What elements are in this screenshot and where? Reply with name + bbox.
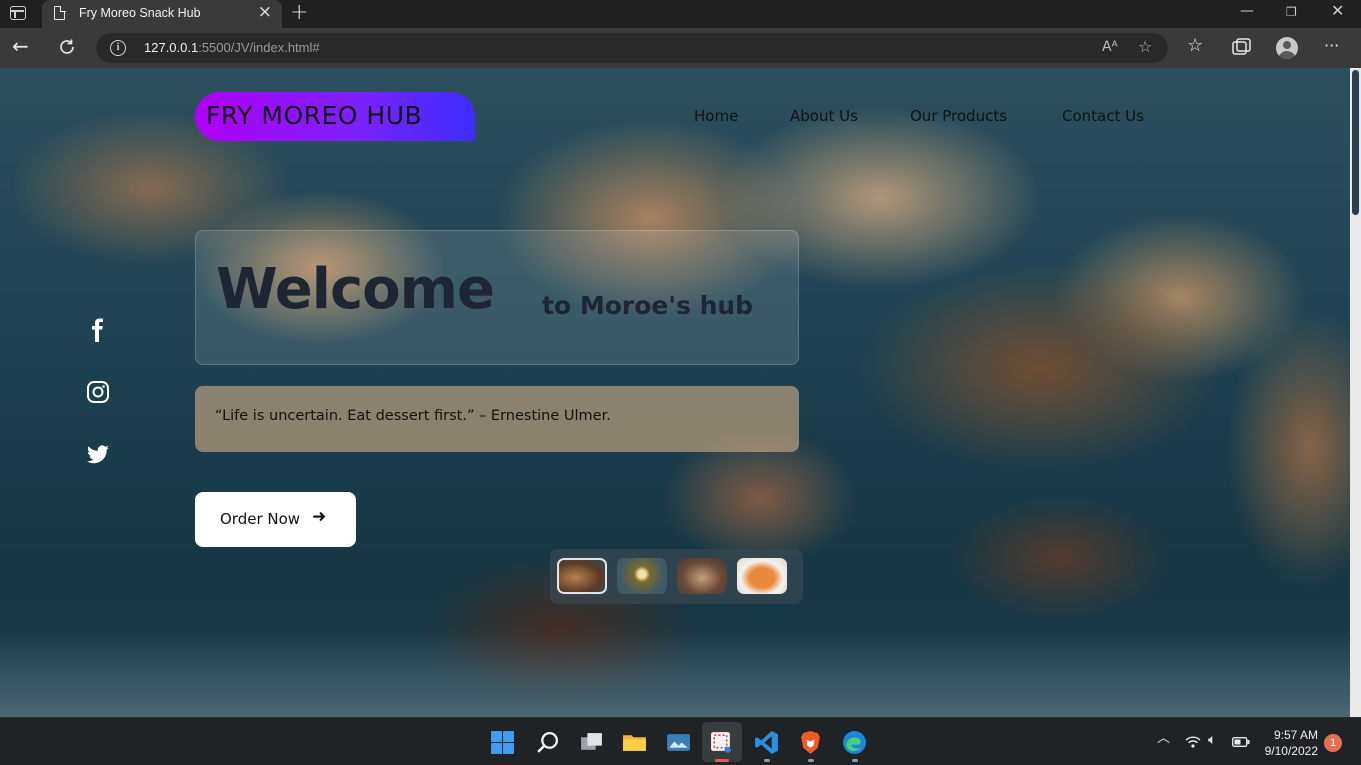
url-text: 127.0.0.1:5500/JV/index.html# (144, 40, 320, 55)
arrow-right-icon: ➜ (312, 507, 327, 527)
task-view-icon[interactable] (579, 730, 604, 755)
quote-card: “Life is uncertain. Eat dessert first.” … (195, 386, 799, 452)
refresh-icon[interactable] (58, 38, 76, 56)
scrollbar-thumb[interactable] (1352, 70, 1359, 215)
order-now-label: Order Now (220, 510, 301, 528)
new-tab-button[interactable]: + (290, 2, 308, 24)
wifi-icon[interactable] (1185, 735, 1201, 749)
page-icon (54, 5, 66, 20)
logo-text: FRY MOREO HUB (206, 101, 423, 130)
file-explorer-icon[interactable] (622, 730, 647, 755)
minimize-icon[interactable]: — (1240, 4, 1254, 18)
cookies-thumb[interactable] (677, 558, 727, 594)
welcome-card: Welcome to Moroe's hub (195, 230, 799, 365)
snack-plate-thumb[interactable] (617, 558, 667, 594)
collections-icon[interactable] (1232, 38, 1252, 56)
snipping-tool-icon[interactable] (709, 730, 734, 755)
tab-title: Fry Moreo Snack Hub (79, 6, 201, 20)
page-scrollbar[interactable] (1350, 68, 1361, 717)
search-icon[interactable] (535, 730, 560, 755)
battery-icon[interactable] (1232, 737, 1250, 747)
chevron-up-icon[interactable]: ︿ (1157, 732, 1170, 745)
back-icon[interactable]: ← (12, 36, 29, 56)
volume-icon[interactable]: 🔈︎ (1208, 733, 1216, 747)
facebook-icon[interactable] (86, 318, 110, 342)
restore-icon[interactable]: ❐ (1286, 6, 1297, 18)
image-thumbnail-strip (550, 549, 803, 604)
background-image-overlay (0, 628, 1350, 717)
running-indicator (808, 759, 814, 762)
browser-tab[interactable]: Fry Moreo Snack Hub × (42, 0, 282, 28)
twitter-icon[interactable] (86, 443, 110, 467)
order-now-button[interactable]: Order Now ➜ (195, 492, 356, 547)
nav-home[interactable]: Home (694, 107, 738, 125)
nav-our-products[interactable]: Our Products (910, 107, 1007, 125)
chips-bowl-thumb[interactable] (737, 558, 787, 594)
brave-icon[interactable] (798, 730, 823, 755)
more-options-icon[interactable]: ··· (1324, 38, 1339, 54)
quote-text: “Life is uncertain. Eat dessert first.” … (215, 408, 611, 424)
nav-about-us[interactable]: About Us (790, 107, 858, 125)
running-indicator (715, 759, 729, 762)
edge-icon[interactable] (842, 730, 867, 755)
browser-toolbar: ← i 127.0.0.1:5500/JV/index.html# Aᴬ ☆ ☆… (0, 28, 1361, 68)
address-bar[interactable]: i 127.0.0.1:5500/JV/index.html# Aᴬ ☆ (96, 33, 1168, 63)
fried-oreos-thumb[interactable] (557, 558, 607, 594)
system-clock[interactable]: 9:57 AM 9/10/2022 (1265, 727, 1318, 759)
windows-start-icon[interactable] (490, 730, 515, 755)
nav-contact-us[interactable]: Contact Us (1062, 107, 1144, 125)
notification-badge[interactable]: 1 (1324, 734, 1342, 752)
window-close-icon[interactable]: ✕ (1331, 3, 1344, 19)
clock-date: 9/10/2022 (1264, 744, 1318, 758)
add-favorite-icon[interactable]: ☆ (1138, 37, 1152, 56)
welcome-subheading: to Moroe's hub (542, 291, 754, 320)
close-icon[interactable]: × (258, 4, 272, 21)
read-aloud-icon[interactable]: Aᴬ (1102, 39, 1118, 55)
info-icon[interactable]: i (110, 40, 126, 56)
windows-taskbar: ︿ 🔈︎ 9:57 AM 9/10/2022 1 (0, 717, 1361, 765)
photos-icon[interactable] (666, 730, 691, 755)
running-indicator (764, 759, 770, 762)
favorites-icon[interactable]: ☆ (1187, 37, 1203, 55)
browser-tab-bar: Fry Moreo Snack Hub × + — ❐ ✕ (0, 0, 1361, 28)
welcome-heading: Welcome (216, 257, 495, 322)
tab-actions-icon[interactable] (10, 6, 26, 20)
profile-avatar[interactable] (1276, 37, 1298, 59)
running-indicator (852, 759, 858, 762)
site-logo[interactable]: FRY MOREO HUB (195, 92, 475, 141)
hero-section: FRY MOREO HUB Home About Us Our Products… (0, 68, 1350, 717)
instagram-icon[interactable] (86, 380, 110, 404)
vscode-icon[interactable] (754, 730, 779, 755)
clock-time: 9:57 AM (1273, 728, 1318, 742)
